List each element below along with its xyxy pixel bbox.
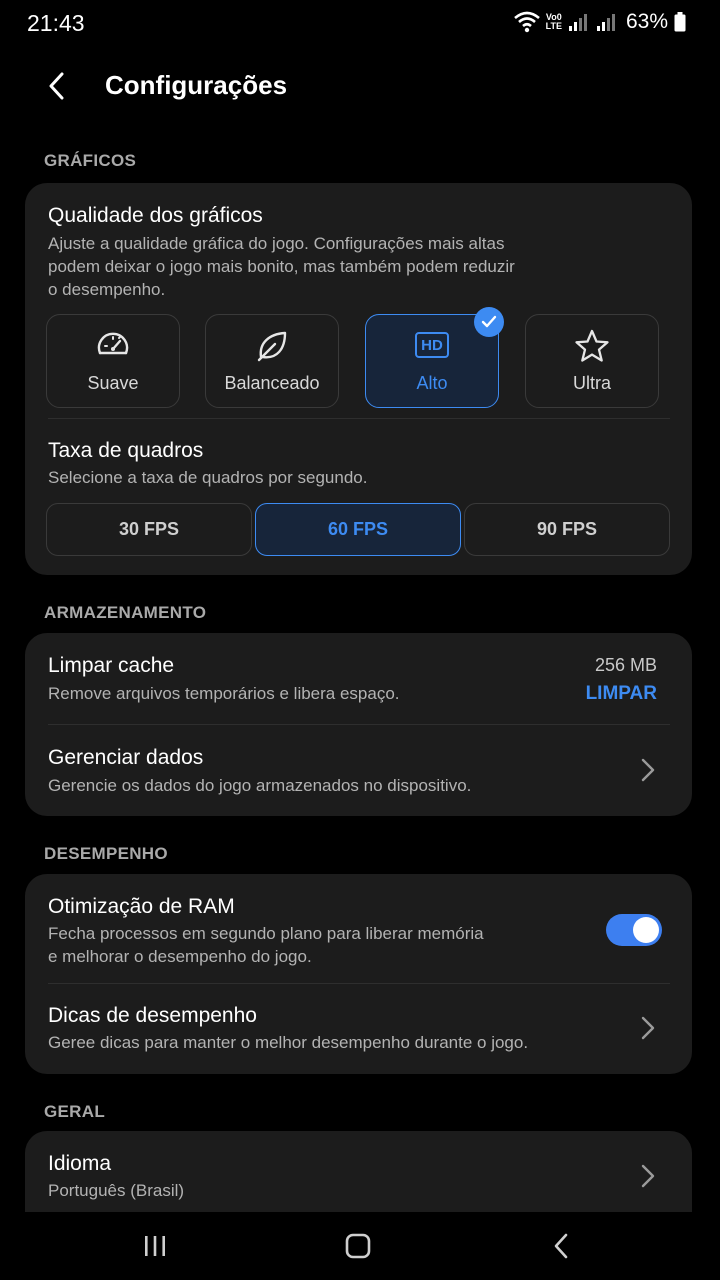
manage-data-title: Gerenciar dados [48,746,204,769]
graphics-quality-description: Ajuste a qualidade gráfica do jogo. Conf… [48,232,515,301]
section-label-performance: DESEMPENHO [44,844,168,863]
app-header: Configurações [0,54,720,118]
description-line: podem deixar o jogo mais bonito, mas tam… [48,257,515,276]
battery-percent: 63% [625,10,668,33]
chevron-left-icon [49,72,64,100]
system-nav-bar [0,1212,720,1280]
description-line: o desempenho. [48,280,166,299]
quality-option-ultra[interactable]: Ultra [525,314,659,408]
toggle-knob [633,917,659,943]
fps-option-60[interactable]: 60 FPS [255,503,461,556]
clear-cache-row: Limpar cache Remove arquivos temporários… [25,633,692,724]
signal-icon [596,12,618,32]
language-value: Português (Brasil) [48,1181,185,1200]
performance-tips-title: Dicas de desempenho [48,1004,257,1027]
home-button[interactable] [338,1230,378,1262]
section-label-storage: ARMAZENAMENTO [44,603,207,622]
ram-optimization-toggle[interactable] [606,914,662,946]
chevron-right-icon [638,756,658,784]
clear-cache-button[interactable]: LIMPAR [586,683,657,705]
speedometer-icon [47,329,179,361]
volte-icon: Vo0 LTE [546,13,562,31]
language-title: Idioma [48,1152,112,1175]
manage-data-description: Gerencie os dados do jogo armazenados no… [48,776,472,795]
performance-tips-description: Geree dicas para manter o melhor desempe… [48,1033,529,1052]
recents-button[interactable] [135,1230,175,1262]
quality-option-label: Balanceado [224,373,320,393]
chevron-right-icon [638,1014,658,1042]
chevron-right-icon [638,1162,658,1190]
quality-option-balanceado[interactable]: Balanceado [205,314,339,408]
status-bar: 21:43 Vo0 LTE 63% [0,0,720,48]
ram-optimization-description: Fecha processos em segundo plano para li… [48,922,484,968]
graphics-quality-title: Qualidade dos gráficos [48,204,263,227]
status-time: 21:43 [27,10,85,36]
graphics-card: Qualidade dos gráficos Ajuste a qualidad… [25,183,692,575]
ram-optimization-row: Otimização de RAM Fecha processos em seg… [25,874,692,983]
hd-icon-text: HD [415,332,449,358]
storage-card: Limpar cache Remove arquivos temporários… [25,633,692,816]
section-label-general: GERAL [44,1102,105,1121]
frame-rate-title: Taxa de quadros [48,439,204,462]
description-line: Fecha processos em segundo plano para li… [48,924,484,943]
quality-option-label: Suave [87,373,139,393]
leaf-icon [206,329,338,363]
back-icon [554,1233,568,1259]
language-row[interactable]: Idioma Português (Brasil) [25,1131,692,1221]
cache-size: 256 MB [594,655,657,675]
signal-icon [568,12,590,32]
divider [48,418,670,419]
description-line: Ajuste a qualidade gráfica do jogo. Conf… [48,234,505,253]
quality-option-label: Ultra [572,373,611,393]
home-icon [345,1233,371,1259]
fps-option-30[interactable]: 30 FPS [46,503,252,556]
lte-label: LTE [545,21,562,31]
back-button[interactable] [36,66,76,106]
quality-option-alto[interactable]: HD Alto [365,307,504,408]
performance-tips-row[interactable]: Dicas de desempenho Geree dicas para man… [25,984,692,1074]
manage-data-row[interactable]: Gerenciar dados Gerencie os dados do jog… [25,725,692,816]
performance-card: Otimização de RAM Fecha processos em seg… [25,874,692,1074]
description-line: e melhorar o desempenho do jogo. [48,947,312,966]
ram-optimization-title: Otimização de RAM [48,895,235,918]
checkmark-icon [474,307,504,337]
clear-cache-description: Remove arquivos temporários e libera esp… [48,684,400,703]
star-icon [526,329,658,363]
status-icons: Vo0 LTE 63% [513,10,686,34]
battery-icon [674,12,686,32]
quality-option-suave[interactable]: Suave [46,314,180,408]
frame-rate-description: Selecione a taxa de quadros por segundo. [48,468,368,487]
section-label-graphics: GRÁFICOS [44,151,137,170]
nav-back-button[interactable] [541,1230,581,1262]
page-title: Configurações [105,70,288,100]
quality-option-label: Alto [416,373,448,393]
wifi-icon [513,11,540,33]
clear-cache-title: Limpar cache [48,654,175,677]
fps-option-90[interactable]: 90 FPS [464,503,670,556]
recents-icon [145,1236,165,1256]
